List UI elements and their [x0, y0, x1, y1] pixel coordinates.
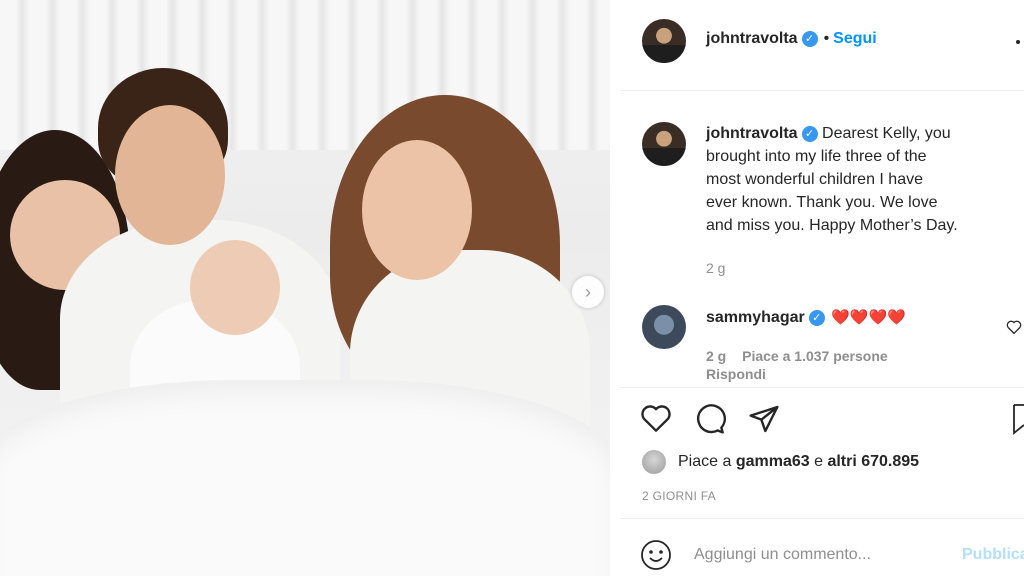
post-side-panel: johntravolta ✓ • Segui johntravolta ✓ Deares…	[620, 0, 1024, 576]
comment-input[interactable]	[694, 543, 944, 567]
comment-username[interactable]: sammyhagar	[706, 309, 805, 326]
comment-age[interactable]: 2 g	[706, 348, 726, 364]
header-separator: •	[823, 30, 830, 47]
comment-composer: Pubblica	[620, 519, 1024, 576]
post-timestamp[interactable]: 2 GIORNI FA	[642, 489, 716, 503]
comment-likes[interactable]: Piace a 1.037 persone	[742, 348, 888, 364]
chevron-right-icon: ›	[585, 281, 591, 302]
share-icon[interactable]	[748, 403, 780, 435]
caption-line: brought into my life three of the	[706, 148, 927, 165]
header-username[interactable]: johntravolta	[706, 30, 798, 47]
caption-username[interactable]: johntravolta	[706, 125, 798, 142]
curtain-background	[0, 0, 610, 150]
comment-hearts: ❤️❤️❤️❤️	[831, 309, 906, 326]
likes-middle: e	[809, 453, 828, 470]
caption-line: Dearest Kelly, you	[822, 125, 951, 142]
comment-like-heart-icon[interactable]	[1006, 320, 1022, 334]
likes-others[interactable]: altri 670.895	[827, 453, 919, 470]
caption-line: most wonderful children I have	[706, 171, 923, 188]
comment: sammyhagar ✓ ❤️❤️❤️❤️ 2 g Piace a 1.037 p…	[620, 300, 1024, 384]
likes-user[interactable]: gamma63	[736, 453, 810, 470]
heart-icon[interactable]	[640, 403, 672, 433]
caption-line: and miss you. Happy Mother’s Day.	[706, 217, 958, 234]
verified-badge-icon: ✓	[808, 309, 825, 326]
bookmark-icon[interactable]	[1012, 403, 1024, 435]
woman-face	[362, 140, 472, 280]
verified-badge-icon: ✓	[801, 30, 818, 47]
caption-line: ever known. Thank you. We love	[706, 194, 938, 211]
caption-age[interactable]: 2 g	[706, 257, 1024, 280]
comment-icon[interactable]	[694, 403, 726, 435]
baby-face	[190, 240, 280, 335]
comment-avatar[interactable]	[642, 305, 686, 349]
next-photo-arrow[interactable]: ›	[572, 276, 604, 308]
caption-avatar[interactable]	[642, 122, 686, 166]
reply-button[interactable]: Rispondi	[706, 366, 766, 382]
follow-button[interactable]: Segui	[833, 30, 877, 47]
post-photo[interactable]: ›	[0, 0, 610, 576]
bed-sheet	[0, 380, 610, 576]
avatar[interactable]	[642, 19, 686, 63]
actions-divider	[620, 387, 1024, 388]
post-comment-button[interactable]: Pubblica	[962, 546, 1024, 564]
liker-avatar[interactable]	[642, 450, 666, 474]
post-header: johntravolta ✓ • Segui	[620, 0, 1024, 90]
man-face	[115, 105, 225, 245]
verified-badge-icon: ✓	[801, 125, 818, 142]
emoji-icon[interactable]	[640, 539, 672, 571]
header-divider	[620, 90, 1024, 91]
likes-row: Piace a gamma63 e altri 670.895	[642, 450, 919, 474]
more-icon[interactable]	[1016, 34, 1024, 50]
likes-prefix: Piace a	[678, 453, 736, 470]
